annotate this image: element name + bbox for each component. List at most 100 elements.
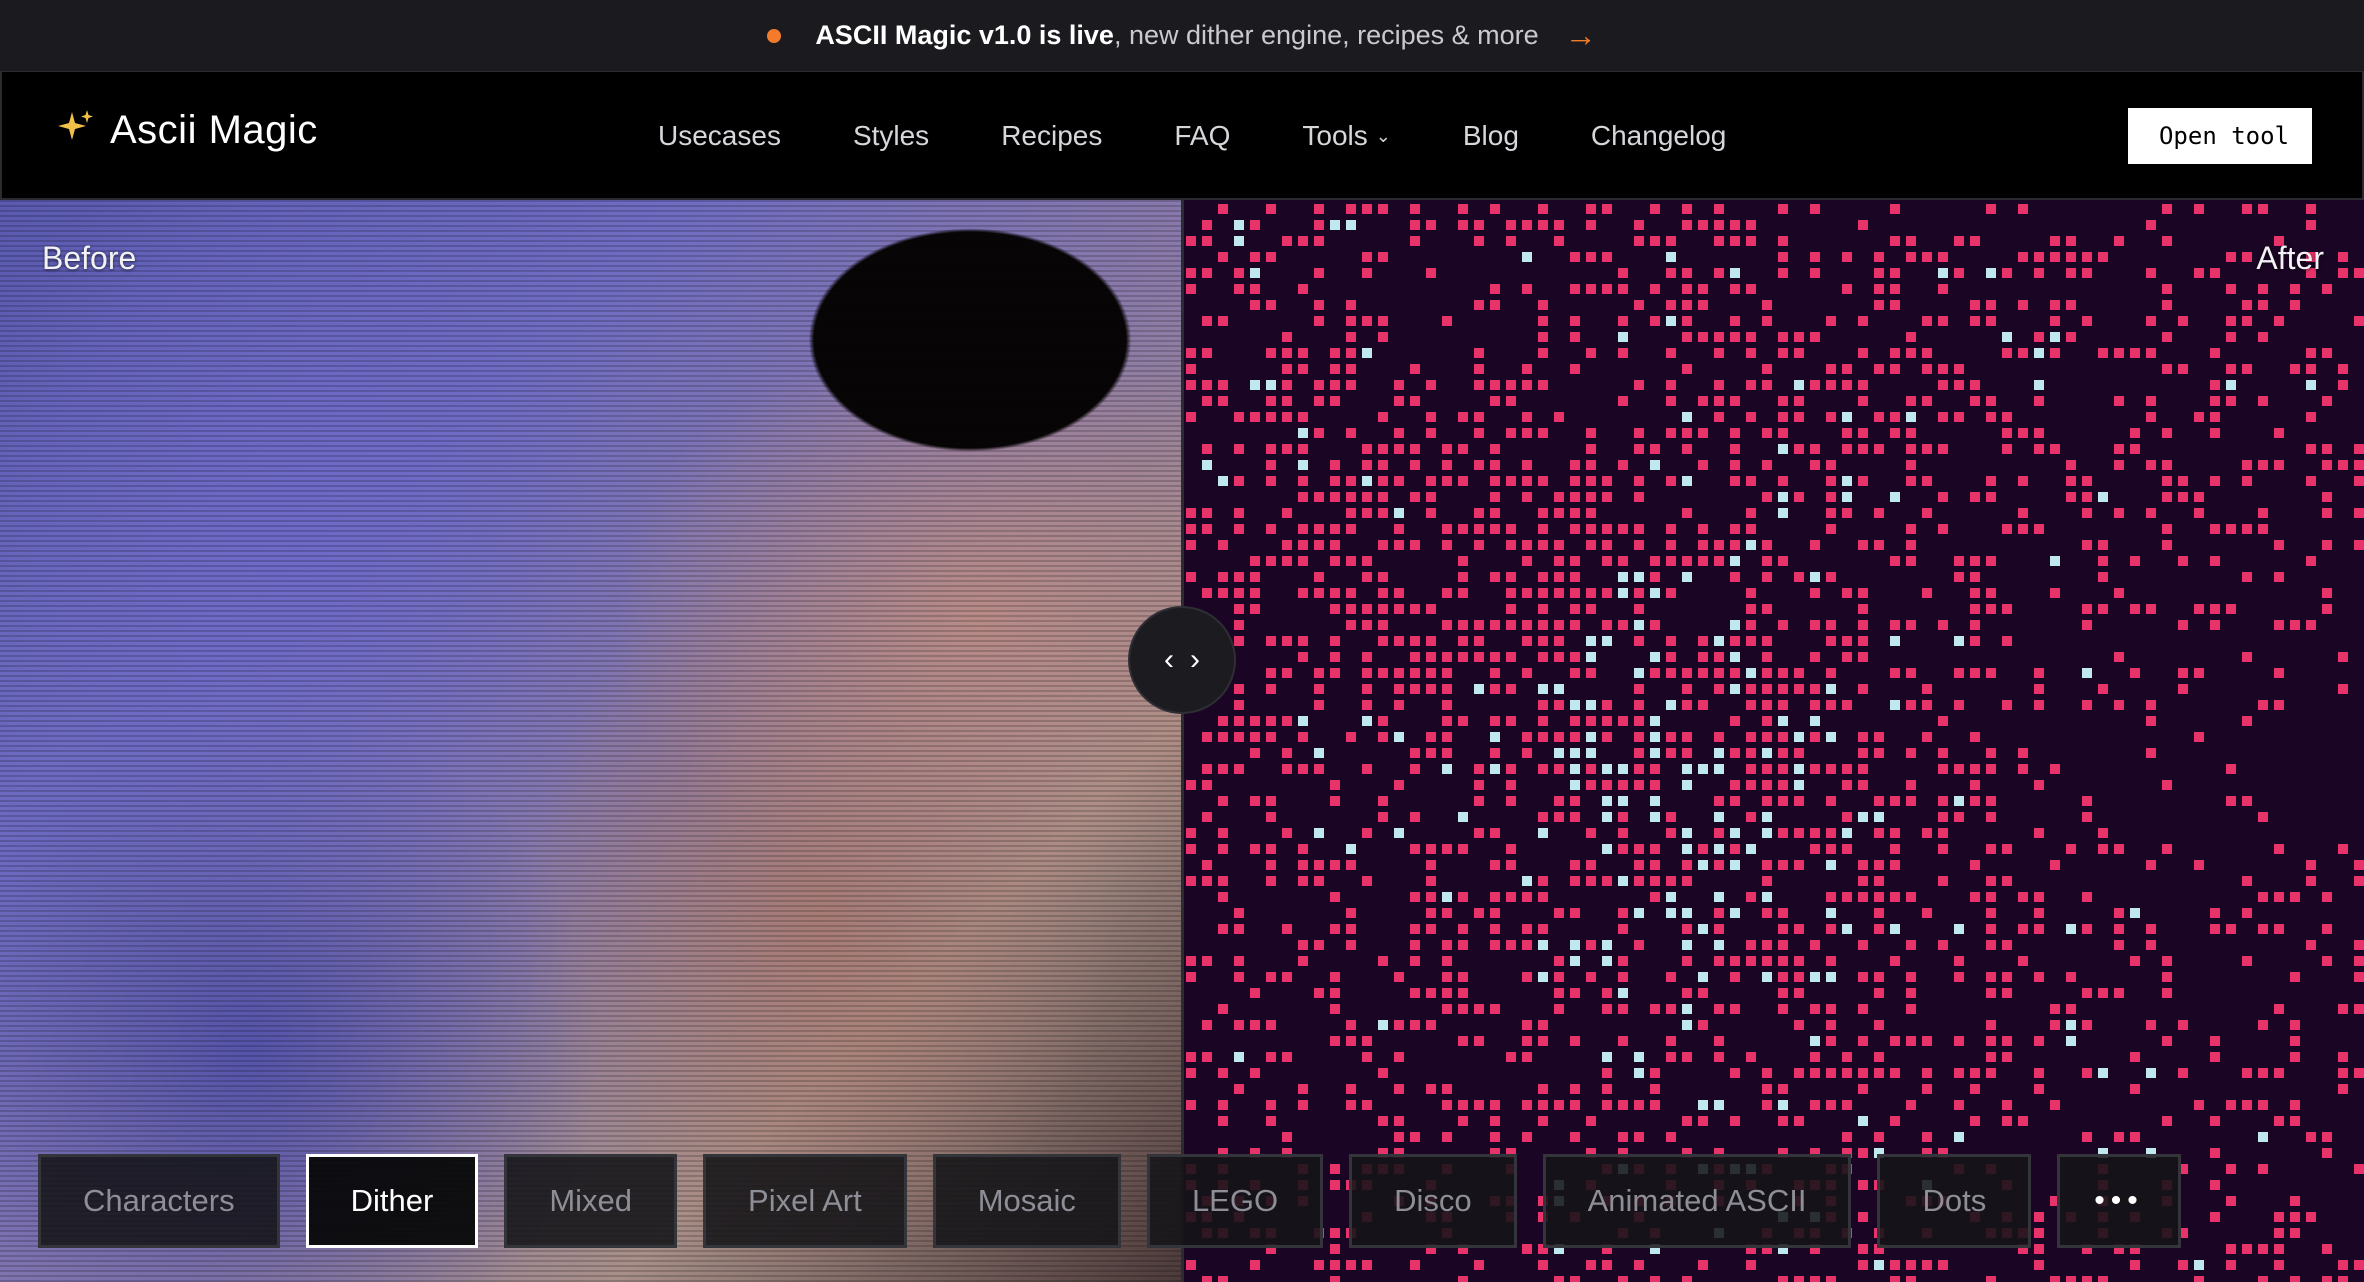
dither-dot (1554, 508, 1564, 518)
dither-dot (1458, 524, 1468, 534)
dither-dot (1314, 828, 1324, 838)
dither-dot (1570, 988, 1580, 998)
dither-dot (1602, 716, 1612, 726)
dither-dot (2130, 1084, 2140, 1094)
dither-dot (1522, 476, 1532, 486)
dither-dot (2338, 844, 2348, 854)
dither-dot (2290, 972, 2300, 982)
nav-link-styles[interactable]: Styles (853, 120, 929, 152)
dither-dot (2034, 524, 2044, 534)
dither-dot (1474, 236, 1484, 246)
chip-mixed[interactable]: Mixed (504, 1154, 678, 1248)
dither-dot (1282, 396, 1292, 406)
nav-link-changelog[interactable]: Changelog (1591, 120, 1726, 152)
dither-dot (1314, 860, 1324, 870)
nav-link-usecases[interactable]: Usecases (658, 120, 781, 152)
dither-dot (1842, 444, 1852, 454)
dither-dot (1474, 636, 1484, 646)
style-chips: Characters Dither Mixed Pixel Art Mosaic… (38, 1154, 2181, 1248)
dither-dot (1634, 476, 1644, 486)
dither-dot (1298, 1084, 1308, 1094)
dither-dot (1474, 364, 1484, 374)
chip-disco[interactable]: Disco (1349, 1154, 1517, 1248)
dither-dot (1250, 1260, 1260, 1270)
dither-dot (1474, 684, 1484, 694)
chip-mosaic[interactable]: Mosaic (932, 1154, 1121, 1248)
dither-dot (1714, 332, 1724, 342)
compare-divider[interactable] (1181, 200, 1184, 1282)
chip-animated-ascii[interactable]: Animated ASCII (1542, 1154, 1852, 1248)
dither-dot (1778, 236, 1788, 246)
dither-dot (1650, 860, 1660, 870)
dither-dot (2258, 300, 2268, 310)
nav-link-blog[interactable]: Blog (1463, 120, 1519, 152)
dither-dot (1746, 348, 1756, 358)
announcement-bar[interactable]: ASCII Magic v1.0 is live, new dither eng… (0, 0, 2364, 72)
dither-dot (1474, 428, 1484, 438)
dither-dot (1410, 460, 1420, 470)
dither-dot (1794, 796, 1804, 806)
chip-pixel-art[interactable]: Pixel Art (703, 1154, 907, 1248)
dither-dot (1474, 412, 1484, 422)
dither-dot (1442, 972, 1452, 982)
dither-dot (1922, 396, 1932, 406)
dither-dot (2162, 540, 2172, 550)
dither-dot (1906, 1276, 1916, 1282)
dither-dot (1554, 636, 1564, 646)
open-tool-button[interactable]: Open tool (2124, 108, 2312, 164)
dither-dot (1234, 908, 1244, 918)
dither-dot (1378, 492, 1388, 502)
dither-dot (1970, 860, 1980, 870)
chip-dither[interactable]: Dither (305, 1154, 479, 1248)
dither-dot (1762, 956, 1772, 966)
dither-dot (1266, 476, 1276, 486)
dither-dot (1346, 860, 1356, 870)
dither-dot (1666, 348, 1676, 358)
dither-dot (2066, 844, 2076, 854)
dither-dot (1874, 1052, 1884, 1062)
dither-dot (1426, 748, 1436, 758)
dither-dot (1346, 508, 1356, 518)
dither-dot (1378, 812, 1388, 822)
dither-dot (1682, 572, 1692, 582)
dither-dot (1506, 476, 1516, 486)
dither-dot (2114, 844, 2124, 854)
dither-dot (1186, 572, 1196, 582)
dither-dot (1778, 412, 1788, 422)
dither-dot (1218, 476, 1228, 486)
dither-dot (1442, 748, 1452, 758)
dither-dot (1458, 476, 1468, 486)
dither-dot (2146, 860, 2156, 870)
before-after-compare[interactable]: ‹ › Before After (0, 200, 2364, 1282)
dither-dot (1394, 1116, 1404, 1126)
compare-handle[interactable]: ‹ › (1128, 606, 1236, 714)
dither-dot (1538, 1084, 1548, 1094)
dither-dot (2290, 1228, 2300, 1238)
dither-dot (1186, 1260, 1196, 1270)
dither-dot (2322, 1244, 2332, 1254)
dither-dot (1218, 924, 1228, 934)
dither-dot (2130, 1260, 2140, 1270)
dither-dot (1618, 460, 1628, 470)
dither-dot (1554, 220, 1564, 230)
chip-lego[interactable]: LEGO (1146, 1154, 1324, 1248)
dither-dot (1522, 540, 1532, 550)
dither-dot (2162, 236, 2172, 246)
more-styles-button[interactable]: ••• (2057, 1154, 2181, 1248)
nav-link-tools[interactable]: Tools ⌄ (1302, 120, 1390, 152)
brand-logo[interactable]: Ascii Magic (56, 108, 318, 153)
chip-characters[interactable]: Characters (38, 1154, 280, 1248)
dither-dot (1650, 748, 1660, 758)
dither-dot (1186, 844, 1196, 854)
dither-dot (1938, 492, 1948, 502)
nav-link-recipes[interactable]: Recipes (1001, 120, 1102, 152)
dither-dot (2210, 1052, 2220, 1062)
dither-dot (1586, 524, 1596, 534)
dither-dot (1266, 300, 1276, 310)
nav-link-faq[interactable]: FAQ (1174, 120, 1230, 152)
dither-dot (2258, 1132, 2268, 1142)
arrow-right-icon[interactable]: → (1565, 17, 1597, 54)
chip-dots[interactable]: Dots (1877, 1154, 2032, 1248)
dither-dot (1202, 876, 1212, 886)
dither-dot (1218, 1276, 1228, 1282)
